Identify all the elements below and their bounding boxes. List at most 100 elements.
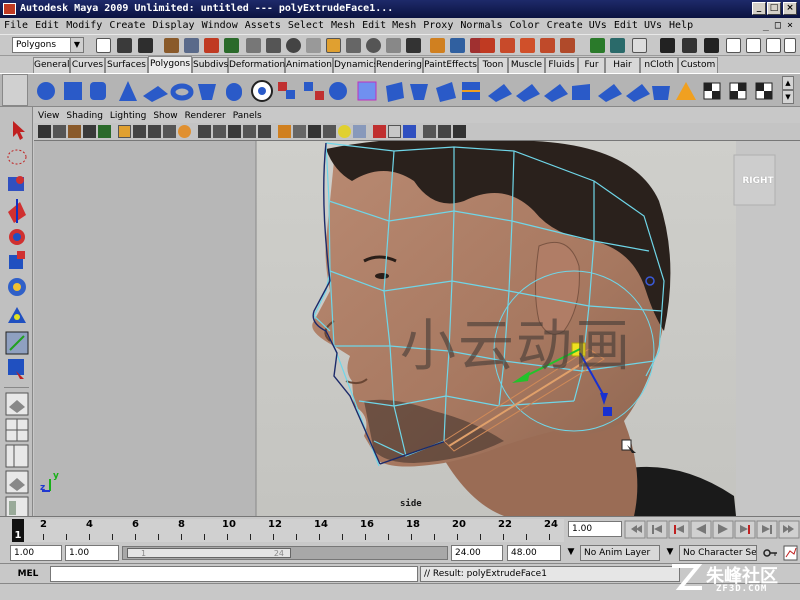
poly-cube-icon[interactable] bbox=[64, 82, 82, 100]
menu-edit-mesh[interactable]: Edit Mesh bbox=[358, 18, 419, 34]
poly-plane-icon[interactable] bbox=[143, 86, 168, 102]
bridge-icon[interactable] bbox=[410, 84, 428, 100]
menu-select[interactable]: Select bbox=[284, 18, 327, 34]
layout-persp-graph-icon[interactable] bbox=[5, 470, 29, 494]
gate-mask-icon[interactable] bbox=[163, 125, 176, 138]
layout-outliner-icon[interactable] bbox=[784, 38, 796, 53]
history-icon[interactable] bbox=[406, 38, 421, 53]
menu-proxy[interactable]: Proxy bbox=[419, 18, 456, 34]
wedge-face-icon[interactable] bbox=[652, 86, 670, 100]
lasso-tool-icon[interactable] bbox=[7, 149, 27, 165]
light-bulb-icon[interactable] bbox=[338, 125, 351, 138]
append-polygon-icon[interactable] bbox=[436, 82, 456, 102]
tab-fluids[interactable]: Fluids bbox=[545, 57, 578, 73]
new-scene-icon[interactable] bbox=[96, 38, 111, 53]
maya-app-icon[interactable] bbox=[3, 3, 16, 15]
frame-all-icon[interactable] bbox=[403, 125, 416, 138]
xray-icon[interactable] bbox=[278, 125, 291, 138]
menu-edit-uvs[interactable]: Edit UVs bbox=[610, 18, 665, 34]
rotate-tool-icon[interactable] bbox=[9, 229, 25, 245]
go-to-start-button[interactable] bbox=[624, 520, 646, 539]
minimize-button[interactable]: _ bbox=[752, 2, 766, 15]
isolate-select-icon[interactable] bbox=[388, 125, 401, 138]
wireframe-icon[interactable] bbox=[228, 125, 241, 138]
time-ruler[interactable]: 2 4 6 8 10 12 14 16 18 20 22 24 bbox=[12, 519, 564, 542]
use-all-lights-icon[interactable] bbox=[323, 125, 336, 138]
time-slider[interactable]: 2 4 6 8 10 12 14 16 18 20 22 24 1 1.00 bbox=[0, 516, 800, 543]
animation-preferences-icon[interactable] bbox=[783, 545, 798, 561]
tab-general[interactable]: General bbox=[33, 57, 70, 73]
channel-box-icon[interactable] bbox=[704, 38, 719, 53]
inner-window-controls[interactable]: _ □ × bbox=[759, 18, 796, 34]
high-quality-icon[interactable] bbox=[373, 125, 386, 138]
panel-menu-show[interactable]: Show bbox=[149, 109, 180, 123]
last-tool-icon[interactable] bbox=[8, 359, 24, 379]
mel-command-input[interactable] bbox=[50, 566, 418, 582]
menu-file[interactable]: File bbox=[0, 18, 31, 34]
select-camera-icon[interactable] bbox=[38, 125, 51, 138]
default-material-icon[interactable] bbox=[293, 125, 306, 138]
tab-fur[interactable]: Fur bbox=[578, 57, 605, 73]
tool-settings-icon[interactable] bbox=[682, 38, 697, 53]
play-backwards-button[interactable] bbox=[690, 520, 712, 539]
range-slider-track[interactable]: 1 24 bbox=[122, 546, 448, 560]
render-settings-icon[interactable] bbox=[540, 38, 555, 53]
panel-menu-shading[interactable]: Shading bbox=[62, 109, 106, 123]
tab-painteffects[interactable]: PaintEffects bbox=[423, 57, 478, 73]
uv-layout-icon[interactable] bbox=[703, 82, 721, 100]
resolution-gate-icon[interactable] bbox=[148, 125, 161, 138]
separate-icon[interactable] bbox=[304, 82, 324, 100]
animation-end-field[interactable]: 48.00 bbox=[507, 545, 561, 561]
character-set-selector[interactable]: No Character Set bbox=[679, 545, 757, 561]
playback-end-field[interactable]: 24.00 bbox=[451, 545, 503, 561]
anim-layer-selector[interactable]: No Anim Layer bbox=[580, 545, 660, 561]
step-back-key-button[interactable] bbox=[668, 520, 690, 539]
select-edge-icon[interactable] bbox=[266, 38, 281, 53]
offset-edge-loop-icon[interactable] bbox=[516, 84, 540, 102]
extrude-icon[interactable] bbox=[386, 82, 404, 102]
snap-curve-icon[interactable] bbox=[346, 38, 361, 53]
wireframe-on-shaded-icon[interactable] bbox=[258, 125, 271, 138]
menu-normals[interactable]: Normals bbox=[456, 18, 505, 34]
boolean-union-icon[interactable] bbox=[329, 82, 347, 100]
tab-curves[interactable]: Curves bbox=[70, 57, 105, 73]
tab-polygons[interactable]: Polygons bbox=[148, 56, 192, 73]
menu-assets[interactable]: Assets bbox=[241, 18, 284, 34]
uv-checker-icon[interactable] bbox=[729, 82, 747, 100]
tab-rendering[interactable]: Rendering bbox=[375, 57, 423, 73]
tab-subdivs[interactable]: Subdivs bbox=[192, 57, 228, 73]
tab-animation[interactable]: Animation bbox=[285, 57, 333, 73]
mirror-geometry-icon[interactable] bbox=[676, 82, 696, 100]
safe-title-icon[interactable] bbox=[213, 125, 226, 138]
bevel-icon[interactable] bbox=[572, 84, 590, 100]
shelf-scroll-down-button[interactable]: ▼ bbox=[782, 90, 794, 104]
2d-pan-zoom-icon[interactable] bbox=[98, 125, 111, 138]
smooth-shade-icon[interactable] bbox=[243, 125, 256, 138]
film-gate-icon[interactable] bbox=[133, 125, 146, 138]
current-time-indicator[interactable]: 1 bbox=[12, 519, 24, 542]
panel-menu-panels[interactable]: Panels bbox=[229, 109, 265, 123]
scale-tool-icon[interactable] bbox=[9, 251, 25, 269]
panel-menu-view[interactable]: View bbox=[34, 109, 62, 123]
play-forwards-button[interactable] bbox=[712, 520, 734, 539]
poly-sphere-icon[interactable] bbox=[37, 82, 55, 100]
poly-cylinder-icon[interactable] bbox=[90, 82, 106, 100]
go-to-end-button[interactable] bbox=[778, 520, 800, 539]
merge-vertices-icon[interactable] bbox=[544, 84, 568, 102]
numeric-input-icon[interactable] bbox=[610, 38, 625, 53]
textured-icon[interactable] bbox=[308, 125, 321, 138]
tab-surfaces[interactable]: Surfaces bbox=[105, 57, 148, 73]
layout-single-pane-icon[interactable] bbox=[5, 392, 29, 416]
ipr-render-icon[interactable] bbox=[520, 38, 535, 53]
select-object-icon[interactable] bbox=[184, 38, 199, 53]
tab-ncloth[interactable]: nCloth bbox=[640, 57, 678, 73]
poke-face-icon[interactable] bbox=[626, 84, 650, 102]
menu-mesh[interactable]: Mesh bbox=[327, 18, 358, 34]
animation-start-field[interactable]: 1.00 bbox=[10, 545, 62, 561]
select-component-icon[interactable] bbox=[204, 38, 219, 53]
menu-edit[interactable]: Edit bbox=[31, 18, 62, 34]
maximize-button[interactable]: □ bbox=[767, 2, 781, 15]
input-field-icon[interactable] bbox=[590, 38, 605, 53]
panel-menu-lighting[interactable]: Lighting bbox=[106, 109, 149, 123]
lock-icon[interactable] bbox=[430, 38, 445, 53]
